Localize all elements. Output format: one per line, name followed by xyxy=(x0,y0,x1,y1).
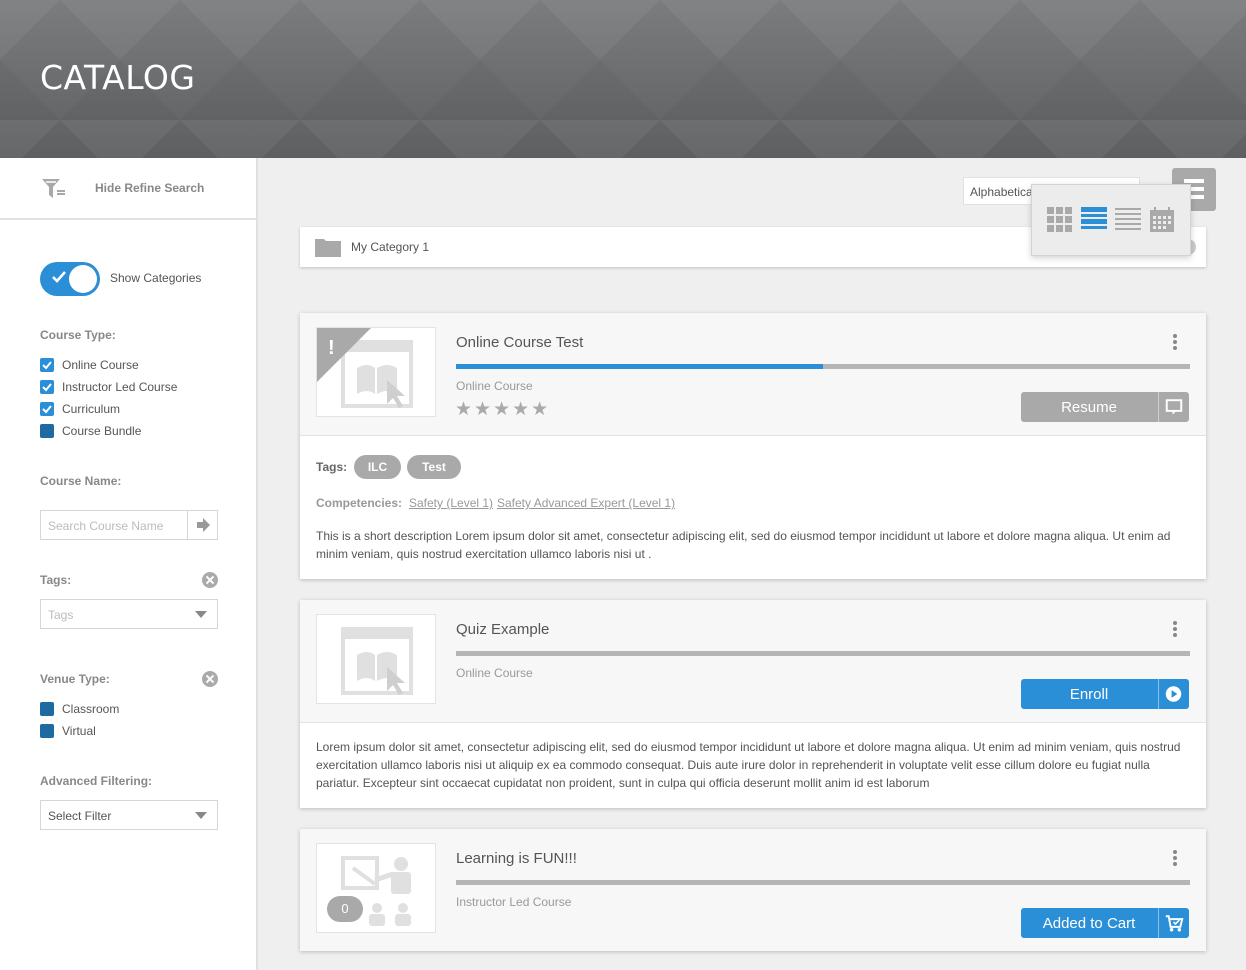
refine-search-label: Hide Refine Search xyxy=(95,181,205,195)
checkbox-checked[interactable] xyxy=(40,380,54,394)
check-icon xyxy=(42,383,52,392)
online-course-icon: ! xyxy=(317,328,413,408)
clear-tags-icon[interactable] xyxy=(202,572,218,588)
funnel-icon xyxy=(42,179,65,198)
cart-icon xyxy=(1158,908,1184,938)
course-title[interactable]: Learning is FUN!!! xyxy=(456,850,577,867)
enroll-button[interactable]: Enroll xyxy=(1021,679,1189,709)
check-icon xyxy=(52,271,66,283)
enroll-label: Enroll xyxy=(1069,686,1109,703)
chevron-down-icon xyxy=(195,812,207,819)
star-rating[interactable]: ★★★★★ xyxy=(455,398,550,420)
course-type-label: Course Type: xyxy=(40,328,116,342)
advanced-filter-select[interactable]: Select Filter xyxy=(40,800,218,830)
more-options-icon[interactable] xyxy=(1173,334,1177,350)
competency-link[interactable]: Safety Advanced Expert (Level 1) xyxy=(497,496,675,510)
course-thumbnail[interactable]: ! xyxy=(316,327,436,417)
course-card-header: 0 Learning is FUN!!! Instructor Led Cour… xyxy=(300,829,1206,951)
advanced-filtering-label: Advanced Filtering: xyxy=(40,774,153,788)
tag-pill[interactable]: Test xyxy=(407,455,461,479)
show-categories-toggle[interactable] xyxy=(40,262,100,296)
calendar-view-icon[interactable] xyxy=(1149,207,1175,233)
added-to-cart-button[interactable]: Added to Cart xyxy=(1021,908,1189,938)
tags-select[interactable]: Tags xyxy=(40,599,218,629)
arrow-right-icon xyxy=(197,518,210,532)
course-type: Online Course xyxy=(456,379,533,393)
online-course-icon xyxy=(341,627,413,695)
search-placeholder: Search Course Name xyxy=(48,519,164,533)
more-options-icon[interactable] xyxy=(1173,850,1177,866)
resume-icon xyxy=(1158,392,1183,422)
checkbox-checked[interactable] xyxy=(40,402,54,416)
checkbox-label: Course Bundle xyxy=(62,424,142,438)
play-icon xyxy=(1158,679,1182,709)
course-description: This is a short description Lorem ipsum … xyxy=(316,529,1171,561)
checkbox-label: Curriculum xyxy=(62,402,121,416)
course-title[interactable]: Quiz Example xyxy=(456,621,549,638)
course-thumbnail[interactable]: 0 xyxy=(316,843,436,933)
course-progress-bar xyxy=(456,651,1190,656)
course-card[interactable]: 0 Learning is FUN!!! Instructor Led Cour… xyxy=(300,829,1206,951)
course-thumbnail[interactable] xyxy=(316,614,436,704)
checkbox-label: Instructor Led Course xyxy=(62,380,178,394)
view-mode-popup xyxy=(1031,184,1191,256)
cart-label: Added to Cart xyxy=(1042,915,1136,932)
refine-sidebar: Hide Refine Search Show Categories Cours… xyxy=(0,158,258,970)
venue-type-label: Venue Type: xyxy=(40,672,110,686)
svg-text:!: ! xyxy=(328,337,335,359)
checkbox-label: Virtual xyxy=(62,724,96,738)
checkbox-unchecked[interactable] xyxy=(40,424,54,438)
page-title: CATALOG xyxy=(40,58,196,97)
checkbox-checked[interactable] xyxy=(40,358,54,372)
enrollment-count-badge: 0 xyxy=(327,896,363,922)
compact-list-icon[interactable] xyxy=(1115,207,1141,233)
course-card-header: Quiz Example Online Course Enroll xyxy=(300,600,1206,723)
course-card[interactable]: Quiz Example Online Course Enroll Lorem … xyxy=(300,600,1206,808)
course-card-header: ! Online Course Test Online Course ★★★★★… xyxy=(300,313,1206,436)
check-icon xyxy=(42,361,52,370)
resume-button[interactable]: Resume xyxy=(1021,392,1189,422)
toggle-knob xyxy=(69,265,97,293)
checkbox-unchecked[interactable] xyxy=(40,724,54,738)
course-title[interactable]: Online Course Test xyxy=(456,334,583,351)
course-progress-bar xyxy=(456,880,1190,885)
resume-label: Resume xyxy=(1061,399,1117,416)
select-filter-value: Select Filter xyxy=(48,809,112,823)
search-submit-button[interactable] xyxy=(187,511,217,539)
course-name-search-input[interactable]: Search Course Name xyxy=(40,510,218,540)
tags-placeholder: Tags xyxy=(48,608,74,622)
checkbox-unchecked[interactable] xyxy=(40,702,54,716)
course-description: Lorem ipsum dolor sit amet, consectetur … xyxy=(316,740,1181,790)
course-type: Instructor Led Course xyxy=(456,895,572,909)
tags-label: Tags: xyxy=(316,460,348,474)
more-options-icon[interactable] xyxy=(1173,621,1177,637)
clear-venue-icon[interactable] xyxy=(202,671,218,687)
course-name-label: Course Name: xyxy=(40,474,122,488)
page-header: CATALOG xyxy=(0,0,1246,158)
hide-refine-search-button[interactable]: Hide Refine Search xyxy=(0,158,258,220)
checkbox-label: Classroom xyxy=(62,702,120,716)
course-progress-bar xyxy=(456,364,1190,369)
grid-view-icon[interactable] xyxy=(1047,207,1073,233)
course-type: Online Course xyxy=(456,666,533,680)
checkbox-label: Online Course xyxy=(62,358,139,372)
folder-icon xyxy=(315,239,341,257)
tags-label: Tags: xyxy=(40,573,72,587)
course-card[interactable]: ! Online Course Test Online Course ★★★★★… xyxy=(300,313,1206,579)
chevron-down-icon xyxy=(195,611,207,618)
competency-link[interactable]: Safety (Level 1) xyxy=(409,496,493,510)
show-categories-label: Show Categories xyxy=(110,271,202,285)
check-icon xyxy=(42,405,52,414)
competencies-label: Competencies: xyxy=(316,496,403,510)
tag-pill[interactable]: ILC xyxy=(354,455,401,479)
progress-fill xyxy=(456,364,823,369)
sort-value: Alphabetical xyxy=(970,185,1036,199)
category-name: My Category 1 xyxy=(351,240,430,254)
list-view-icon[interactable] xyxy=(1081,207,1107,233)
